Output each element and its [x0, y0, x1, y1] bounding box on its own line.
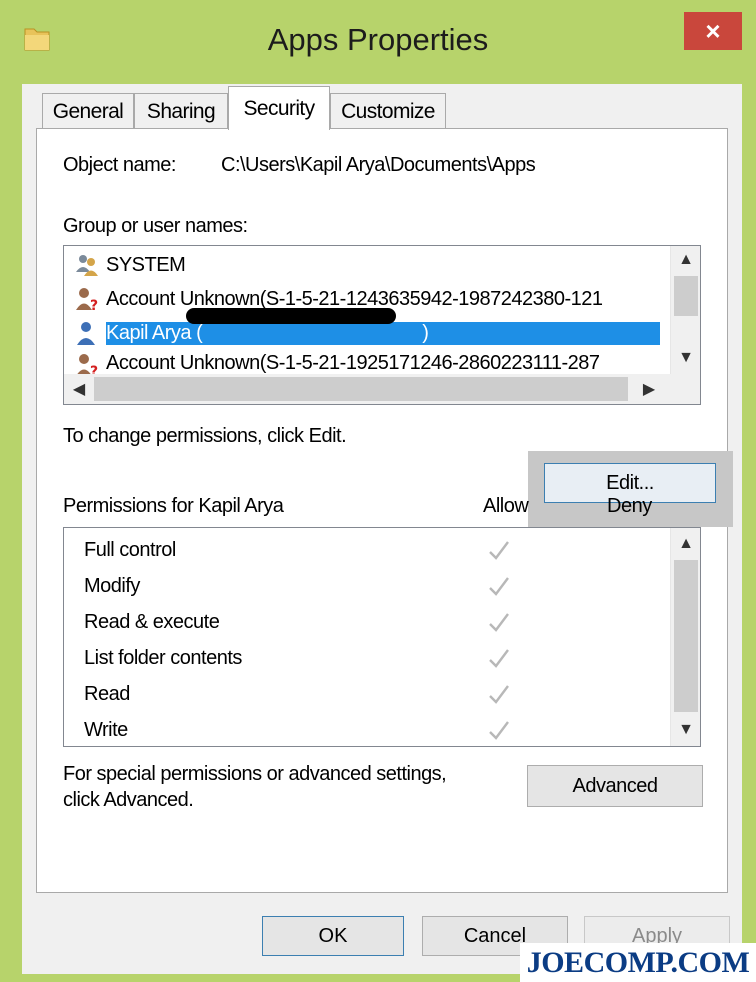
users-vertical-scrollbar[interactable]: ▲ ▼ [670, 246, 700, 374]
dialog-client: General Sharing Security Customize Objec… [22, 84, 742, 974]
watermark: JOECOMP.COM [520, 943, 756, 982]
list-item[interactable]: ? Account Unknown(S-1-5-21-1925171246-28… [74, 352, 600, 374]
checkmark-icon [489, 721, 509, 740]
close-button[interactable]: × [684, 12, 742, 50]
permissions-listbox[interactable]: Full control Modify Read & execute List … [63, 527, 701, 747]
unknown-account-icon: ? [76, 288, 99, 312]
scroll-left-icon[interactable]: ◀ [64, 375, 94, 403]
security-panel: Object name: C:\Users\Kapil Arya\Documen… [36, 128, 733, 893]
group-users-label: Group or user names: [63, 215, 248, 237]
scroll-down-icon[interactable]: ▼ [671, 716, 700, 744]
allow-header: Allow [483, 495, 529, 517]
window-title: Apps Properties [267, 22, 489, 57]
permission-row: Read & execute [84, 604, 644, 640]
tab-customize[interactable]: Customize [330, 93, 446, 129]
ok-button[interactable]: OK [262, 916, 404, 956]
users-horizontal-scrollbar[interactable]: ◀ ▶ [64, 374, 700, 404]
unknown-account-icon: ? [77, 354, 99, 374]
checkmark-icon [489, 649, 509, 668]
properties-window: Apps Properties × General Sharing Securi… [0, 0, 756, 982]
system-users-icon [76, 255, 98, 276]
permission-row: Write [84, 712, 644, 746]
tab-security[interactable]: Security [228, 86, 330, 130]
checkmark-icon [489, 685, 509, 704]
checkmark-icon [489, 541, 509, 560]
checkmark-icon [489, 613, 509, 632]
advanced-button[interactable]: Advanced [527, 765, 703, 807]
scrollbar-thumb[interactable] [94, 377, 628, 401]
scroll-right-icon[interactable]: ▶ [634, 375, 664, 403]
svg-text:?: ? [90, 298, 98, 312]
scrollbar-thumb[interactable] [674, 276, 698, 316]
users-listbox[interactable]: SYSTEM ? Account Unknown(S-1-5-21-124363… [63, 245, 701, 405]
permission-row: Read [84, 676, 644, 712]
title-bar[interactable]: Apps Properties × [0, 0, 756, 84]
scroll-up-icon[interactable]: ▲ [671, 246, 700, 274]
permission-row: Modify [84, 568, 644, 604]
permissions-label: Permissions for Kapil Arya [63, 495, 284, 517]
scroll-down-icon[interactable]: ▼ [671, 344, 700, 372]
special-permissions-text-2: click Advanced. [63, 789, 194, 811]
svg-text:?: ? [90, 364, 98, 374]
change-permissions-text: To change permissions, click Edit. [63, 425, 347, 447]
permissions-vertical-scrollbar[interactable]: ▲ ▼ [670, 528, 700, 746]
deny-header: Deny [607, 495, 652, 517]
permission-row: List folder contents [84, 640, 644, 676]
permission-row: Full control [84, 532, 644, 568]
object-name-label: Object name: [63, 154, 176, 176]
special-permissions-text-1: For special permissions or advanced sett… [63, 763, 447, 785]
list-item[interactable]: SYSTEM [74, 250, 186, 280]
tab-sharing[interactable]: Sharing [134, 93, 228, 129]
scroll-up-icon[interactable]: ▲ [671, 530, 700, 558]
checkmark-icon [489, 577, 509, 596]
object-name-value: C:\Users\Kapil Arya\Documents\Apps [221, 154, 536, 176]
tab-general[interactable]: General [42, 93, 134, 129]
redacted-email [186, 308, 396, 324]
user-icon [77, 322, 95, 345]
scrollbar-thumb[interactable] [674, 560, 698, 712]
